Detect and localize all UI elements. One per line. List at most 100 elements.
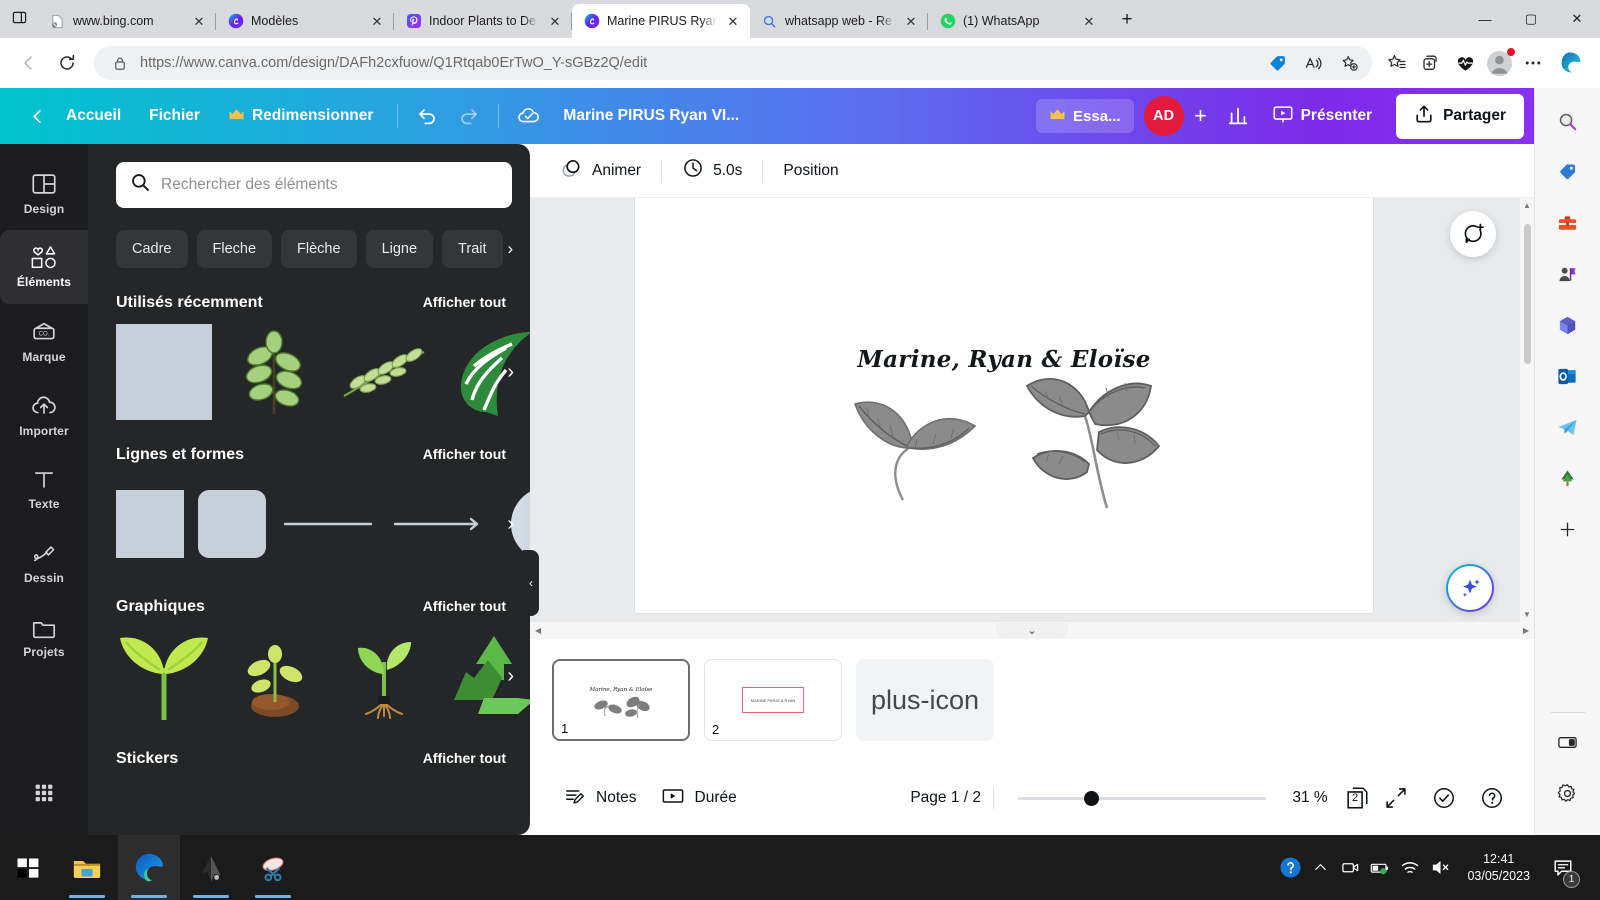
- home-menu-item[interactable]: Accueil: [52, 99, 135, 133]
- sidebar-item-design[interactable]: Design: [0, 156, 88, 230]
- help-circle-icon[interactable]: [1275, 835, 1305, 900]
- chip-fleche-accent[interactable]: Flèche: [281, 230, 357, 268]
- new-tab-button[interactable]: +: [1112, 5, 1142, 35]
- read-aloud-icon[interactable]: [1296, 46, 1330, 80]
- recycle-arrows-graphic[interactable]: [446, 628, 530, 724]
- close-tab-button[interactable]: ✕: [724, 12, 742, 30]
- leaf-sprig-left[interactable]: [847, 374, 1007, 504]
- close-tab-button[interactable]: ✕: [190, 12, 208, 30]
- try-pro-button[interactable]: Essa...: [1036, 99, 1134, 133]
- resize-menu-item[interactable]: Redimensionner: [214, 99, 387, 134]
- back-button[interactable]: [10, 44, 48, 82]
- taskbar-clock[interactable]: 12:41 03/05/2023: [1455, 851, 1542, 885]
- grey-square-shape[interactable]: [116, 324, 212, 420]
- duration-button[interactable]: 5.0s: [668, 149, 756, 192]
- tree-icon[interactable]: [1549, 459, 1587, 497]
- redo-button[interactable]: [448, 96, 488, 136]
- design-page-1[interactable]: Marine, Ryan & Eloïse: [635, 198, 1373, 613]
- volume-muted-icon[interactable]: [1425, 835, 1455, 900]
- browser-tab-2[interactable]: Indoor Plants to De ✕: [394, 4, 572, 38]
- row-next-button[interactable]: ›: [507, 361, 514, 384]
- taskbar-inkscape[interactable]: [180, 835, 242, 900]
- tools-icon[interactable]: [1549, 204, 1587, 242]
- sidebar-item-elements[interactable]: Éléments: [0, 230, 88, 304]
- taskbar-snipping-tool[interactable]: [242, 835, 304, 900]
- square-shape[interactable]: [116, 476, 184, 572]
- sidebar-item-draw[interactable]: Dessin: [0, 526, 88, 600]
- see-all-link[interactable]: Afficher tout: [423, 750, 506, 766]
- zoom-slider[interactable]: [1018, 790, 1266, 806]
- wifi-icon[interactable]: [1395, 835, 1425, 900]
- sidebar-item-apps[interactable]: [0, 761, 88, 835]
- sidebar-item-text[interactable]: Texte: [0, 452, 88, 526]
- settings-more-button[interactable]: [1516, 46, 1550, 80]
- share-button[interactable]: Partager: [1396, 93, 1524, 139]
- browser-essentials-icon[interactable]: [1448, 46, 1482, 80]
- present-button[interactable]: Présenter: [1258, 95, 1387, 138]
- browser-tab-3[interactable]: Marine PIRUS Ryan ✕: [572, 4, 750, 38]
- monstera-leaf-graphic[interactable]: [446, 324, 530, 420]
- timing-button[interactable]: Durée: [649, 777, 749, 820]
- windows-start-button[interactable]: [0, 835, 56, 900]
- page-title-text[interactable]: Marine, Ryan & Eloïse: [635, 346, 1373, 373]
- see-all-link[interactable]: Afficher tout: [423, 294, 506, 310]
- seedling-roots-graphic[interactable]: [336, 628, 432, 724]
- see-all-link[interactable]: Afficher tout: [423, 598, 506, 614]
- scroll-up-arrow[interactable]: ▲: [1523, 201, 1531, 210]
- position-button[interactable]: Position: [769, 154, 852, 188]
- reload-button[interactable]: [48, 44, 86, 82]
- back-to-home-button[interactable]: [22, 108, 52, 125]
- page-thumbnail-2[interactable]: MARINE PIRUS & RYAN 2: [704, 659, 842, 741]
- close-tab-button[interactable]: ✕: [902, 12, 920, 30]
- leafy-branch-graphic[interactable]: [226, 324, 322, 420]
- shopping-tag-icon[interactable]: [1549, 153, 1587, 191]
- collapse-panel-button[interactable]: ‹: [523, 550, 539, 616]
- sprout-leaf-graphic[interactable]: [116, 628, 212, 724]
- minimize-window-button[interactable]: —: [1462, 0, 1508, 38]
- chips-next-button[interactable]: ›: [508, 239, 514, 259]
- close-tab-button[interactable]: ✕: [368, 12, 386, 30]
- canvas-horizontal-scrollbar[interactable]: ◀ ⌄ ▶: [530, 622, 1534, 639]
- tab-search-button[interactable]: [0, 0, 38, 36]
- maximize-window-button[interactable]: ▢: [1508, 0, 1554, 38]
- file-menu-item[interactable]: Fichier: [135, 99, 214, 133]
- user-avatar[interactable]: AD: [1143, 96, 1184, 136]
- sidebar-item-brand[interactable]: CO. Marque: [0, 304, 88, 378]
- fullscreen-button[interactable]: [1372, 778, 1420, 818]
- see-all-link[interactable]: Afficher tout: [423, 446, 506, 462]
- sidebar-item-projects[interactable]: Projets: [0, 600, 88, 674]
- favorites-button[interactable]: [1380, 46, 1414, 80]
- sidebar-settings-icon[interactable]: [1549, 774, 1587, 812]
- leaf-cluster-right[interactable]: [1023, 360, 1163, 510]
- chip-trait[interactable]: Trait: [442, 230, 503, 268]
- profile-avatar[interactable]: [1482, 46, 1516, 80]
- magic-studio-button[interactable]: [1446, 564, 1494, 612]
- undo-button[interactable]: [408, 96, 448, 136]
- sidebar-item-upload[interactable]: Importer: [0, 378, 88, 452]
- chip-fleche[interactable]: Fleche: [196, 230, 273, 268]
- browser-tab-5[interactable]: (1) WhatsApp ✕: [928, 4, 1106, 38]
- expand-pages-panel-button[interactable]: ⌄: [996, 623, 1068, 638]
- taskbar-file-explorer[interactable]: [56, 835, 118, 900]
- chip-cadre[interactable]: Cadre: [116, 230, 188, 268]
- check-status-button[interactable]: [1420, 778, 1468, 818]
- scroll-right-arrow[interactable]: ▶: [1523, 626, 1529, 635]
- close-window-button[interactable]: ✕: [1554, 0, 1600, 38]
- scrollbar-thumb[interactable]: [1524, 224, 1531, 364]
- help-button[interactable]: [1468, 778, 1516, 818]
- add-page-button[interactable]: plus-icon: [856, 659, 994, 741]
- insights-bar-chart-icon[interactable]: [1218, 96, 1258, 136]
- notes-button[interactable]: Notes: [552, 777, 649, 820]
- close-tab-button[interactable]: ✕: [1080, 12, 1098, 30]
- action-center-button[interactable]: 1: [1542, 835, 1584, 900]
- add-app-icon[interactable]: [1549, 510, 1587, 548]
- telegram-icon[interactable]: [1549, 408, 1587, 446]
- row-next-button[interactable]: ›: [507, 513, 514, 536]
- arrow-line-shape[interactable]: [390, 476, 486, 572]
- page-count-button[interactable]: 2: [1342, 783, 1372, 813]
- browser-tab-4[interactable]: whatsapp web - Re ✕: [750, 4, 928, 38]
- design-title[interactable]: Marine PIRUS Ryan VI...: [563, 107, 739, 125]
- show-desktop-button[interactable]: [1584, 835, 1592, 900]
- zoom-knob[interactable]: [1084, 790, 1099, 806]
- search-icon[interactable]: [1549, 102, 1587, 140]
